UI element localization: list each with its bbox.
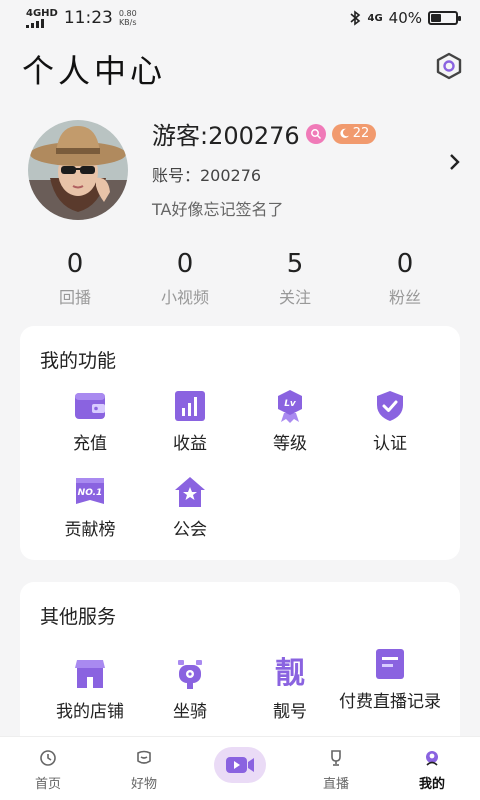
stat-value: 0 xyxy=(66,249,84,279)
stats-row: 0 回播 0 小视频 5 关注 0 粉丝 xyxy=(20,248,460,308)
level-value: 22 xyxy=(352,126,370,141)
stat-label: 回播 xyxy=(58,288,91,307)
function-verify[interactable]: 认证 xyxy=(335,388,445,456)
paid-live-record-icon xyxy=(372,646,408,682)
stat-value: 0 xyxy=(396,249,414,279)
home-icon xyxy=(40,750,56,766)
guild-house-icon xyxy=(172,474,208,510)
status-time: 11:23 xyxy=(63,8,113,28)
profile-detail-arrow[interactable] xyxy=(448,152,462,172)
network-type-right: 4G xyxy=(367,12,383,24)
pretty-number-glyph: 靓 xyxy=(275,656,305,691)
tab-mine[interactable]: 我的 xyxy=(384,737,480,800)
shield-check-icon xyxy=(372,388,408,424)
settings-button[interactable] xyxy=(436,52,462,80)
profile-name: 游客:200276 xyxy=(152,122,300,150)
search-badge xyxy=(305,123,326,144)
profile-icon xyxy=(426,751,438,766)
stat-value: 5 xyxy=(286,249,304,279)
stat-following[interactable]: 5 关注 xyxy=(240,248,350,308)
battery-percent: 40% xyxy=(388,9,422,27)
stat-short-videos[interactable]: 0 小视频 xyxy=(130,248,240,308)
goods-icon xyxy=(137,750,151,764)
stat-label: 小视频 xyxy=(160,288,209,307)
pretty-number-icon: 靓 xyxy=(272,656,308,692)
live-camera-icon xyxy=(226,756,254,773)
functions-title: 我的功能 xyxy=(40,350,117,372)
account-id: 账号：200276 xyxy=(152,166,262,185)
service-label: 付费直播记录 xyxy=(339,692,441,712)
service-my-shop[interactable]: 我的店铺 xyxy=(35,656,145,724)
profile-name-row: 游客:200276 22 xyxy=(152,116,377,151)
functions-card: 我的功能 充值 收益 Lv 等级 认证 NO.1 贡献榜 公会 xyxy=(20,326,460,560)
signal-indicator: 4GHD xyxy=(26,7,58,28)
shop-icon xyxy=(72,656,108,692)
services-card: 其他服务 我的店铺 坐骑 靓 靓号 付费直播记录 xyxy=(20,582,460,752)
signal-bars-icon xyxy=(26,18,44,28)
function-recharge[interactable]: 充值 xyxy=(35,388,145,456)
hexagon-settings-icon xyxy=(436,52,462,80)
tab-label: 好物 xyxy=(130,777,157,792)
stat-label: 关注 xyxy=(278,288,311,307)
function-level[interactable]: Lv 等级 xyxy=(235,388,345,456)
level-badge-icon: Lv xyxy=(272,388,308,424)
svg-text:Lv: Lv xyxy=(284,399,297,409)
services-title: 其他服务 xyxy=(40,606,117,628)
wallet-icon xyxy=(72,388,108,424)
service-label: 我的店铺 xyxy=(56,702,124,722)
chevron-right-icon xyxy=(450,154,460,170)
avatar-image xyxy=(28,120,128,220)
service-paid-live-record[interactable]: 付费直播记录 xyxy=(335,646,445,714)
stat-playback[interactable]: 0 回播 xyxy=(20,248,130,308)
battery-fill xyxy=(431,14,441,22)
network-speed: 0.80 KB/s xyxy=(119,9,137,27)
trophy-icon xyxy=(331,750,341,766)
function-label: 充值 xyxy=(73,434,107,454)
function-label: 贡献榜 xyxy=(64,520,116,540)
tab-label: 首页 xyxy=(34,777,61,792)
stat-fans[interactable]: 0 粉丝 xyxy=(350,248,460,308)
function-label: 收益 xyxy=(173,434,207,454)
function-income[interactable]: 收益 xyxy=(135,388,245,456)
ranking-no1-icon: NO.1 xyxy=(72,474,108,510)
page-title: 个人中心 xyxy=(22,52,167,90)
service-mount[interactable]: 坐骑 xyxy=(135,656,245,724)
service-pretty-number[interactable]: 靓 靓号 xyxy=(235,656,345,724)
tab-live-camera[interactable] xyxy=(192,737,288,800)
tab-label: 直播 xyxy=(322,777,349,792)
bottom-tab-bar: 首页 好物 直播 我的 xyxy=(0,736,480,800)
tab-goods[interactable]: 好物 xyxy=(96,737,192,800)
battery-icon xyxy=(428,11,461,25)
function-label: 认证 xyxy=(373,434,407,454)
function-guild[interactable]: 公会 xyxy=(135,474,245,542)
speed-value: 0.80 xyxy=(118,9,137,18)
profile-signature: TA好像忘记签名了 xyxy=(152,200,284,219)
status-bar: 4GHD 11:23 0.80 KB/s 4G 40% xyxy=(0,0,480,36)
function-label: 公会 xyxy=(173,520,207,540)
svg-text:NO.1: NO.1 xyxy=(78,488,103,498)
live-camera-button[interactable] xyxy=(214,746,266,783)
avatar[interactable] xyxy=(28,120,128,220)
status-left: 4GHD 11:23 0.80 KB/s xyxy=(26,8,137,28)
network-type: 4GHD xyxy=(26,7,58,19)
income-chart-icon xyxy=(172,388,208,424)
stat-label: 粉丝 xyxy=(388,288,421,307)
tab-label: 我的 xyxy=(418,777,445,792)
tab-live[interactable]: 直播 xyxy=(288,737,384,800)
mount-scooter-icon xyxy=(172,656,208,692)
moon-icon xyxy=(340,128,349,138)
function-ranking[interactable]: NO.1 贡献榜 xyxy=(35,474,145,542)
speed-unit: KB/s xyxy=(118,18,137,27)
search-icon xyxy=(310,128,321,139)
tab-home[interactable]: 首页 xyxy=(0,737,96,800)
function-label: 等级 xyxy=(273,434,307,454)
status-right: 4G 40% xyxy=(349,9,461,27)
service-label: 坐骑 xyxy=(173,702,207,722)
service-label: 靓号 xyxy=(273,702,307,722)
level-badge: 22 xyxy=(331,123,377,144)
stat-value: 0 xyxy=(176,249,194,279)
bluetooth-icon xyxy=(350,10,361,26)
